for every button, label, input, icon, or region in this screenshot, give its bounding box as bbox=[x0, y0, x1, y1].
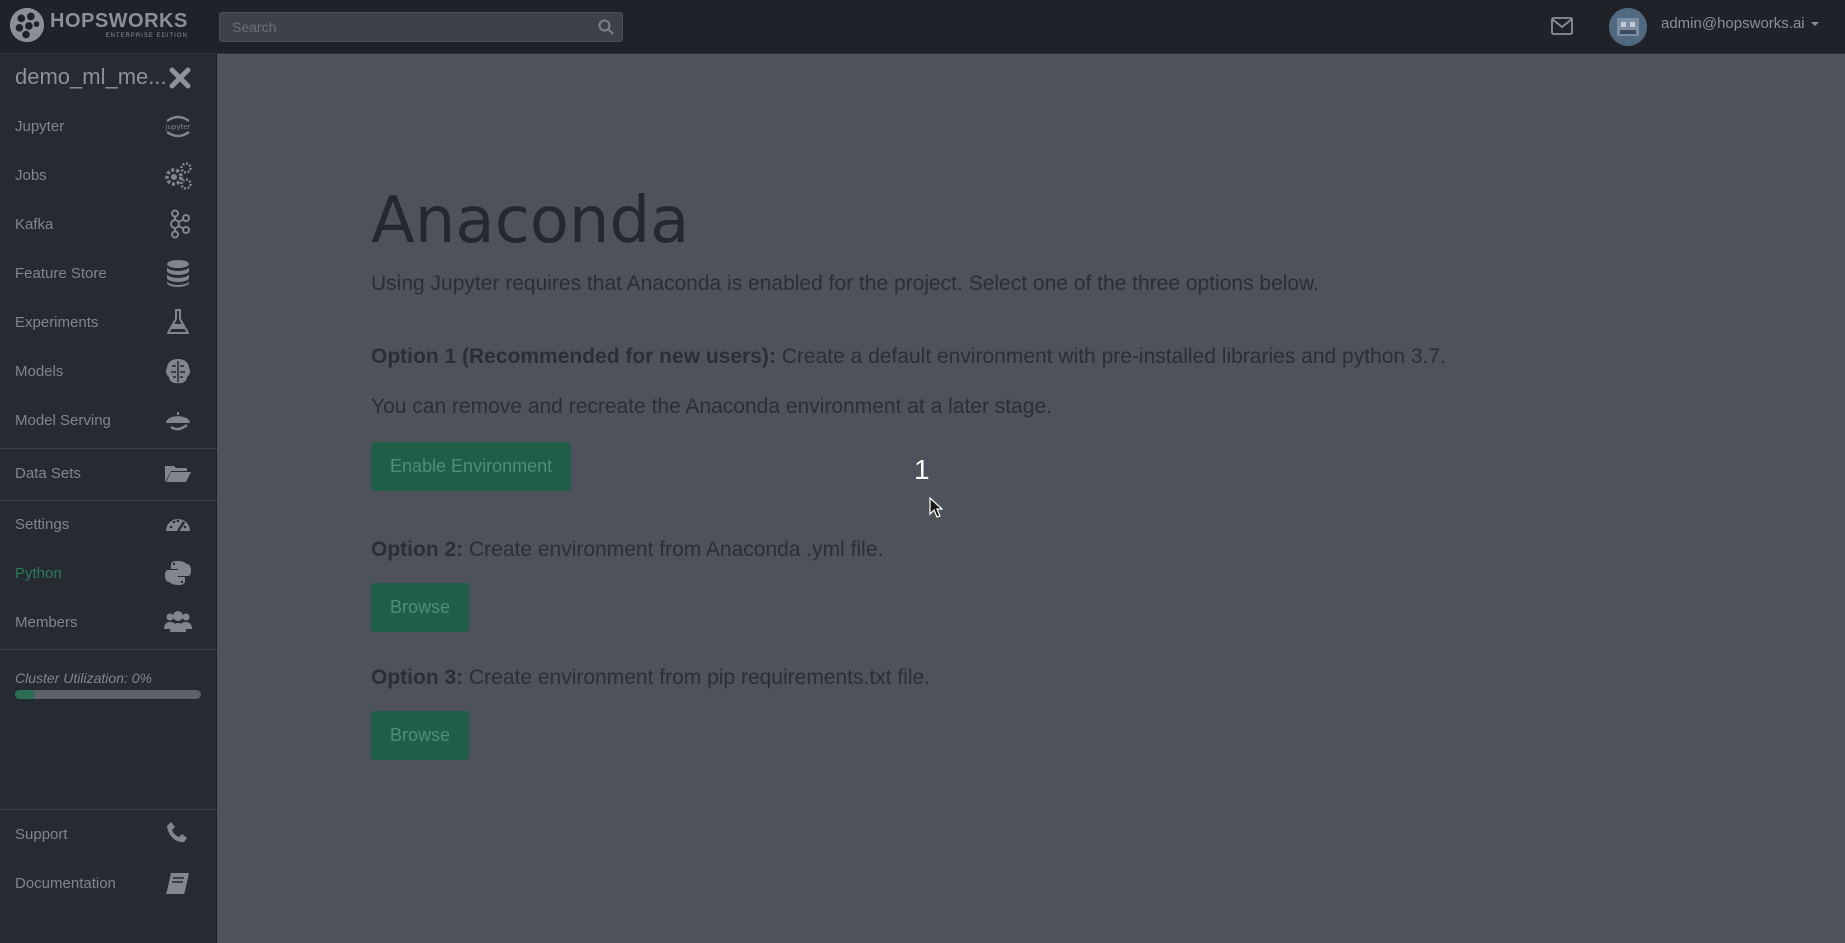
logo-name: HOPSWORKS bbox=[50, 10, 188, 32]
project-name[interactable]: demo_ml_me... bbox=[15, 64, 167, 90]
sidebar-item-label: Jupyter bbox=[15, 117, 65, 135]
sidebar-item-label: Models bbox=[15, 362, 64, 380]
folder-open-icon bbox=[162, 457, 194, 489]
brain-icon bbox=[162, 355, 194, 387]
sidebar-item-label: Jobs bbox=[15, 166, 47, 184]
avatar-image-icon bbox=[1609, 8, 1647, 46]
sidebar-item-feature-store[interactable]: Feature Store bbox=[0, 249, 217, 297]
sidebar-item-label: Support bbox=[15, 825, 68, 843]
gears-icon bbox=[162, 159, 194, 191]
sidebar-item-label: Settings bbox=[15, 515, 70, 533]
sidebar-item-label: Model Serving bbox=[15, 411, 111, 429]
sidebar-item-experiments[interactable]: Experiments bbox=[0, 298, 217, 346]
jupyter-icon: jupyter bbox=[162, 110, 194, 142]
hopsworks-logo[interactable]: HOPSWORKS ENTERPRISE EDITION bbox=[8, 5, 188, 45]
sidebar-item-label: Members bbox=[15, 613, 78, 631]
cluster-utilization-bar bbox=[15, 690, 201, 699]
user-email: admin@hopsworks.ai bbox=[1661, 15, 1805, 32]
sidebar-item-model-serving[interactable]: Model Serving bbox=[0, 396, 217, 444]
search-input[interactable] bbox=[220, 13, 604, 41]
intro-text: Using Jupyter requires that Anaconda is … bbox=[371, 272, 1319, 295]
mail-icon[interactable] bbox=[1551, 17, 1573, 35]
option2-heading: Option 2: bbox=[371, 538, 464, 561]
hops-logo-icon bbox=[9, 7, 45, 43]
option3-description: Create environment from pip requirements… bbox=[463, 666, 931, 689]
cluster-utilization-label: Cluster Utilization: 0% bbox=[15, 670, 152, 686]
sidebar-item-kafka[interactable]: Kafka bbox=[0, 200, 217, 248]
cluster-utilization-fill bbox=[15, 690, 34, 699]
sidebar-item-support[interactable]: Support bbox=[0, 810, 217, 858]
top-bar: HOPSWORKS ENTERPRISE EDITION admin@hopsw… bbox=[0, 0, 1845, 54]
book-icon bbox=[162, 867, 194, 899]
option1-heading: Option 1 (Recommended for new users): bbox=[371, 345, 776, 368]
option2-text: Option 2: Create environment from Anacon… bbox=[371, 538, 883, 562]
serving-icon bbox=[162, 404, 194, 436]
browse-pip-button[interactable]: Browse bbox=[371, 711, 470, 760]
page-title: Anaconda bbox=[371, 184, 690, 258]
svg-text:jupyter: jupyter bbox=[165, 123, 191, 131]
sidebar-item-documentation[interactable]: Documentation bbox=[0, 859, 217, 907]
sidebar-item-jupyter[interactable]: Jupyter jupyter bbox=[0, 102, 217, 150]
kafka-icon bbox=[162, 208, 194, 240]
flask-icon bbox=[162, 306, 194, 338]
users-icon bbox=[162, 606, 194, 638]
search-box bbox=[219, 12, 623, 42]
option1-note: You can remove and recreate the Anaconda… bbox=[371, 395, 1053, 418]
sidebar-item-models[interactable]: Models bbox=[0, 347, 217, 395]
option1-text: Option 1 (Recommended for new users): Cr… bbox=[371, 345, 1446, 369]
option3-heading: Option 3: bbox=[371, 666, 464, 689]
mouse-pointer-icon bbox=[929, 497, 943, 518]
option2-description: Create environment from Anaconda .yml fi… bbox=[463, 538, 884, 561]
logo-subtitle: ENTERPRISE EDITION bbox=[105, 33, 188, 39]
project-header: demo_ml_me... bbox=[0, 54, 217, 100]
sidebar-item-data-sets[interactable]: Data Sets bbox=[0, 449, 217, 497]
sidebar-item-label: Kafka bbox=[15, 215, 54, 233]
sidebar: demo_ml_me... Jupyter jupyter Jobs Kafka… bbox=[0, 54, 217, 943]
option3-text: Option 3: Create environment from pip re… bbox=[371, 666, 930, 690]
sidebar-item-label: Feature Store bbox=[15, 264, 107, 282]
sidebar-item-jobs[interactable]: Jobs bbox=[0, 151, 217, 199]
sidebar-divider bbox=[0, 649, 217, 650]
user-menu[interactable]: admin@hopsworks.ai bbox=[1661, 15, 1819, 32]
dashboard-icon bbox=[162, 508, 194, 540]
search-icon[interactable] bbox=[598, 19, 614, 35]
close-icon[interactable] bbox=[168, 66, 192, 90]
sidebar-item-label: Python bbox=[15, 564, 62, 582]
sidebar-item-label: Documentation bbox=[15, 874, 116, 892]
sidebar-item-members[interactable]: Members bbox=[0, 598, 217, 646]
sidebar-item-settings[interactable]: Settings bbox=[0, 500, 217, 548]
python-icon bbox=[162, 557, 194, 589]
sidebar-item-label: Experiments bbox=[15, 313, 99, 331]
sidebar-item-python[interactable]: Python bbox=[0, 549, 217, 597]
phone-icon bbox=[162, 818, 194, 850]
database-icon bbox=[162, 257, 194, 289]
sidebar-item-label: Data Sets bbox=[15, 464, 81, 482]
browse-yml-button[interactable]: Browse bbox=[371, 583, 470, 632]
main-content: Anaconda Using Jupyter requires that Ana… bbox=[217, 54, 1845, 943]
option1-description: Create a default environment with pre-in… bbox=[775, 345, 1446, 368]
enable-environment-button[interactable]: Enable Environment bbox=[371, 442, 572, 491]
caret-down-icon bbox=[1810, 21, 1819, 26]
step-number-label: 1 bbox=[914, 454, 930, 485]
avatar[interactable] bbox=[1609, 8, 1647, 46]
